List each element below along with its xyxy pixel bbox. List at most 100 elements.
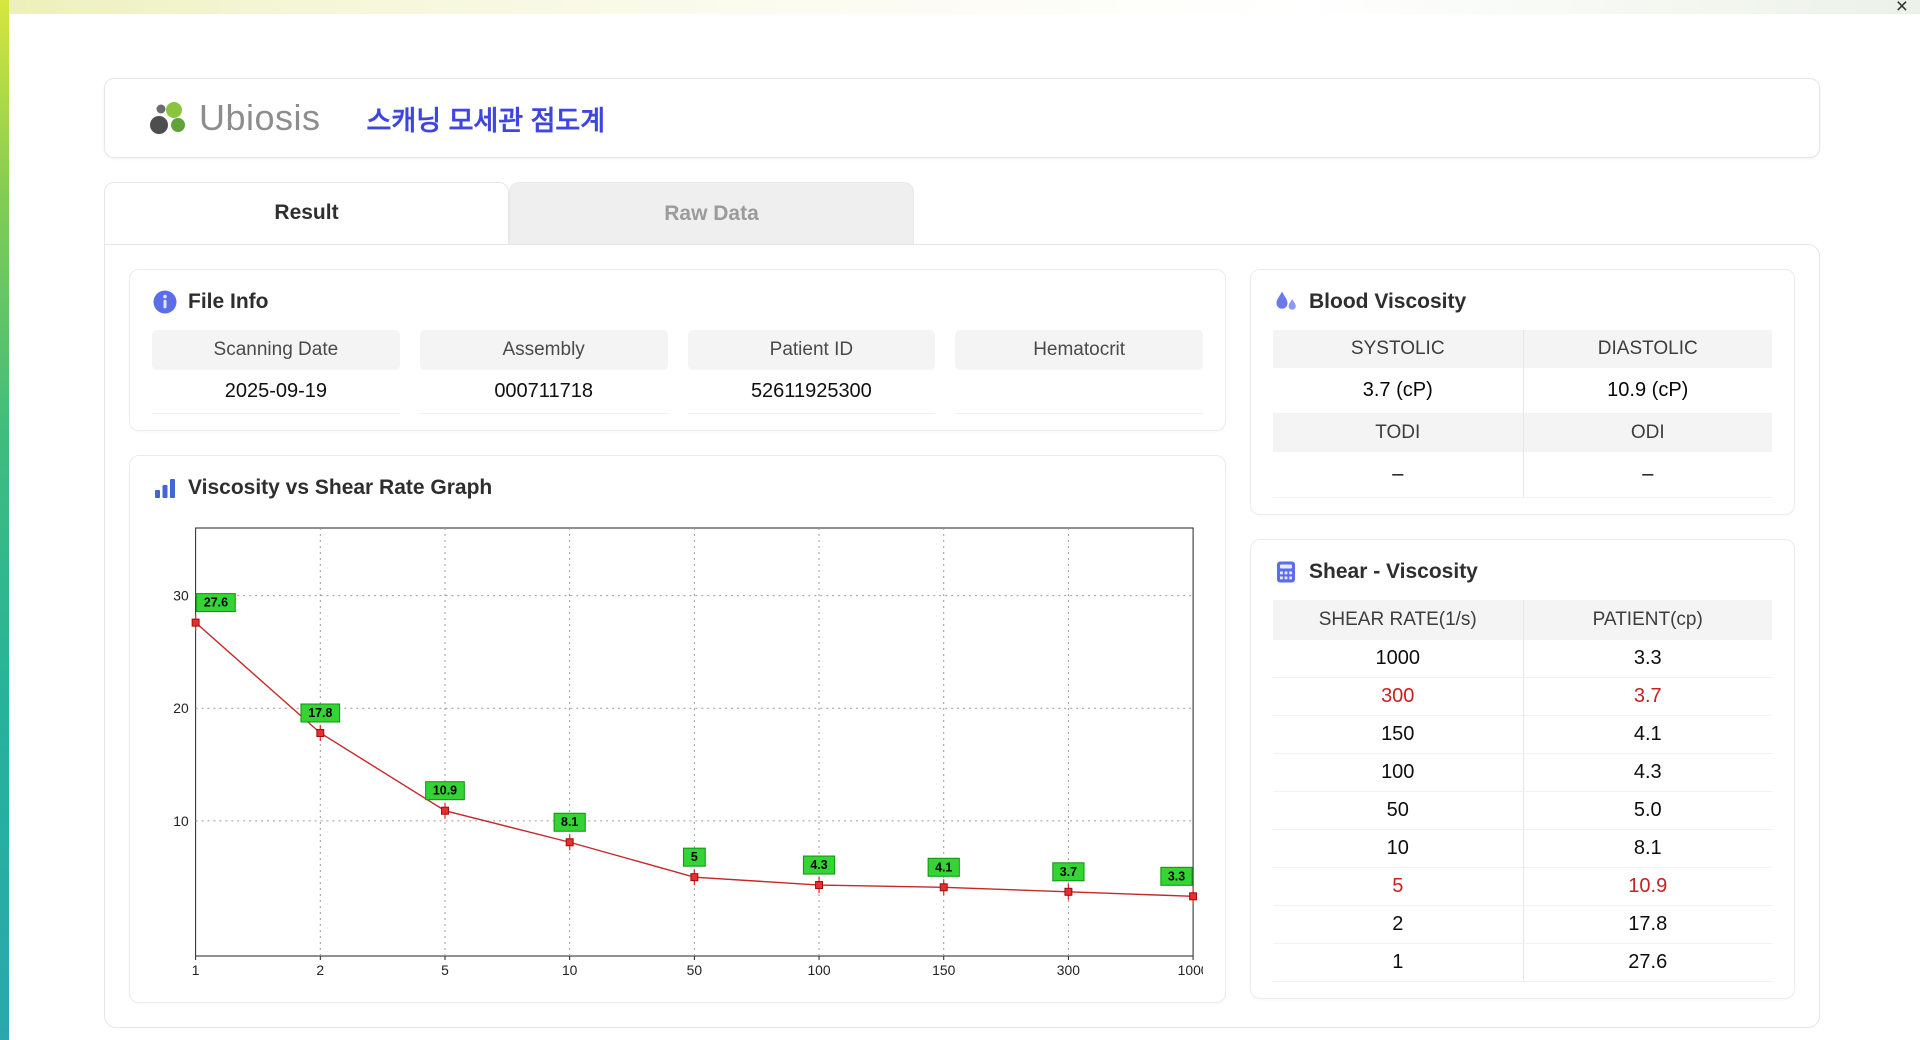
x-tick-label: 1 (192, 962, 200, 978)
column-header-shear-rate: SHEAR RATE(1/s) (1318, 609, 1477, 630)
section-title: Viscosity vs Shear Rate Graph (188, 476, 493, 499)
patient-viscosity-cell: 10.9 (1522, 868, 1773, 905)
field-label: Patient ID (687, 330, 936, 370)
tab-bar: Result Raw Data (104, 182, 1820, 244)
chart-frame (195, 527, 1194, 957)
metric-label: DIASTOLIC (1522, 330, 1772, 368)
logo-leaf-icon (150, 102, 185, 134)
svg-text:10.9: 10.9 (433, 784, 457, 798)
viscosity-chart: 10 20 30 1 2 5 10 50 100 150 300 1000 27.6 17.8 10.9 8.… (173, 527, 1203, 978)
metric-value: – (1522, 452, 1772, 498)
logo-text: Ubiosis (199, 97, 321, 138)
shear-viscosity-column-headers: SHEAR RATE(1/s) PATIENT(cp) (1273, 600, 1772, 640)
column-header-patient: PATIENT(cp) (1522, 600, 1773, 640)
x-tick-label: 5 (441, 962, 449, 978)
logo: Ubiosis (147, 97, 321, 139)
info-icon (153, 290, 177, 314)
file-info-field: Scanning Date 2025-09-19 (152, 330, 400, 414)
x-tick-label: 300 (1057, 962, 1080, 978)
shear-rate-cell: 100 (1381, 761, 1415, 783)
x-tick-label: 50 (687, 962, 703, 978)
shear-rate-cell: 50 (1386, 799, 1409, 821)
y-tick-label: 10 (173, 813, 189, 829)
metric-label: TODI (1273, 414, 1523, 452)
patient-viscosity-cell: 5.0 (1522, 792, 1773, 829)
shear-viscosity-row: 1 27.6 (1273, 944, 1772, 982)
main-window: Ubiosis 스캐닝 모세관 점도계 Result Raw Data File… (9, 14, 1920, 1040)
field-value: 000711718 (419, 370, 668, 414)
file-info-field: Assembly 000711718 (419, 330, 668, 414)
blood-viscosity-header: Blood Viscosity (1273, 286, 1772, 318)
blood-viscosity-card: Blood Viscosity SYSTOLIC DIASTOLIC 3.7 (… (1250, 269, 1795, 515)
svg-text:4.3: 4.3 (810, 858, 827, 872)
shear-rate-cell: 150 (1381, 723, 1415, 745)
field-label: Scanning Date (152, 330, 400, 370)
metric-value: 10.9 (cP) (1522, 368, 1772, 414)
shear-viscosity-body: 1000 3.3 300 3.7 150 4.1 100 4.3 50 5.0 10 8.1 5 10.9… (1273, 640, 1772, 982)
shear-rate-cell: 5 (1392, 875, 1404, 897)
bar-chart-icon (155, 479, 175, 498)
right-column: Blood Viscosity SYSTOLIC DIASTOLIC 3.7 (… (1250, 269, 1795, 1003)
shear-viscosity-row: 300 3.7 (1273, 678, 1772, 716)
x-tick-label: 1000 (1178, 962, 1203, 978)
patient-viscosity-cell: 3.3 (1522, 640, 1773, 677)
file-info-card: File Info Scanning Date 2025-09-19 Assembl… (129, 269, 1226, 431)
blood-viscosity-table: SYSTOLIC DIASTOLIC 3.7 (cP) 10.9 (cP) TO… (1273, 330, 1772, 498)
section-title: File Info (188, 290, 269, 313)
shear-viscosity-row: 2 17.8 (1273, 906, 1772, 944)
svg-text:4.1: 4.1 (935, 860, 952, 874)
shear-viscosity-header: Shear - Viscosity (1273, 556, 1772, 588)
shear-viscosity-row: 50 5.0 (1273, 792, 1772, 830)
window-left-strip (0, 0, 9, 1040)
calculator-grid-icon (1277, 561, 1295, 583)
shear-rate-cell: 1000 (1375, 647, 1421, 669)
x-tick-label: 100 (807, 962, 830, 978)
graph-header: Viscosity vs Shear Rate Graph (152, 472, 1203, 504)
tab-result[interactable]: Result (104, 182, 509, 244)
shear-rate-cell: 300 (1381, 685, 1415, 707)
svg-text:3.3: 3.3 (1168, 869, 1185, 883)
field-value: 2025-09-19 (152, 370, 400, 414)
field-value (955, 370, 1203, 414)
metric-label: SYSTOLIC (1273, 330, 1523, 368)
app-header: Ubiosis 스캐닝 모세관 점도계 (104, 78, 1820, 158)
graph-card: Viscosity vs Shear Rate Graph 10 20 30 1 2 5 1… (129, 455, 1226, 1003)
x-tick-label: 10 (562, 962, 578, 978)
shear-rate-cell: 2 (1392, 913, 1404, 935)
close-icon[interactable]: × (1896, 0, 1908, 17)
patient-viscosity-cell: 27.6 (1522, 944, 1773, 981)
patient-viscosity-cell: 3.7 (1522, 678, 1773, 715)
result-panel: File Info Scanning Date 2025-09-19 Assembl… (104, 244, 1820, 1028)
shear-viscosity-row: 100 4.3 (1273, 754, 1772, 792)
metric-label: ODI (1522, 414, 1772, 452)
x-tick-label: 150 (932, 962, 955, 978)
window-top-strip: × (0, 0, 1920, 17)
shear-rate-cell: 10 (1386, 837, 1409, 859)
metric-value: 3.7 (cP) (1273, 368, 1523, 414)
y-tick-label: 30 (173, 588, 189, 604)
shear-viscosity-row: 1000 3.3 (1273, 640, 1772, 678)
patient-viscosity-cell: 8.1 (1522, 830, 1773, 867)
shear-viscosity-row: 150 4.1 (1273, 716, 1772, 754)
water-drops-icon (1276, 291, 1296, 310)
file-info-field: Hematocrit (955, 330, 1203, 414)
file-info-fields: Scanning Date 2025-09-19 Assembly 000711718… (152, 330, 1203, 414)
shear-viscosity-row: 10 8.1 (1273, 830, 1772, 868)
shear-viscosity-card: Shear - Viscosity SHEAR RATE(1/s) PATIEN… (1250, 539, 1795, 999)
patient-viscosity-cell: 17.8 (1522, 906, 1773, 943)
shear-rate-cell: 1 (1392, 951, 1404, 973)
patient-viscosity-cell: 4.3 (1522, 754, 1773, 791)
field-value: 52611925300 (687, 370, 936, 414)
shear-viscosity-row: 5 10.9 (1273, 868, 1772, 906)
svg-text:27.6: 27.6 (204, 596, 228, 610)
y-tick-label: 20 (173, 700, 189, 716)
svg-text:3.7: 3.7 (1060, 865, 1077, 879)
field-label: Hematocrit (955, 330, 1203, 370)
file-info-field: Patient ID 52611925300 (687, 330, 936, 414)
page-title: 스캐닝 모세관 점도계 (366, 105, 606, 136)
x-tick-label: 2 (316, 962, 324, 978)
left-column: File Info Scanning Date 2025-09-19 Assembl… (129, 269, 1226, 1003)
tab-raw-data[interactable]: Raw Data (509, 182, 914, 244)
section-title: Shear - Viscosity (1309, 560, 1478, 583)
section-title: Blood Viscosity (1309, 290, 1467, 313)
